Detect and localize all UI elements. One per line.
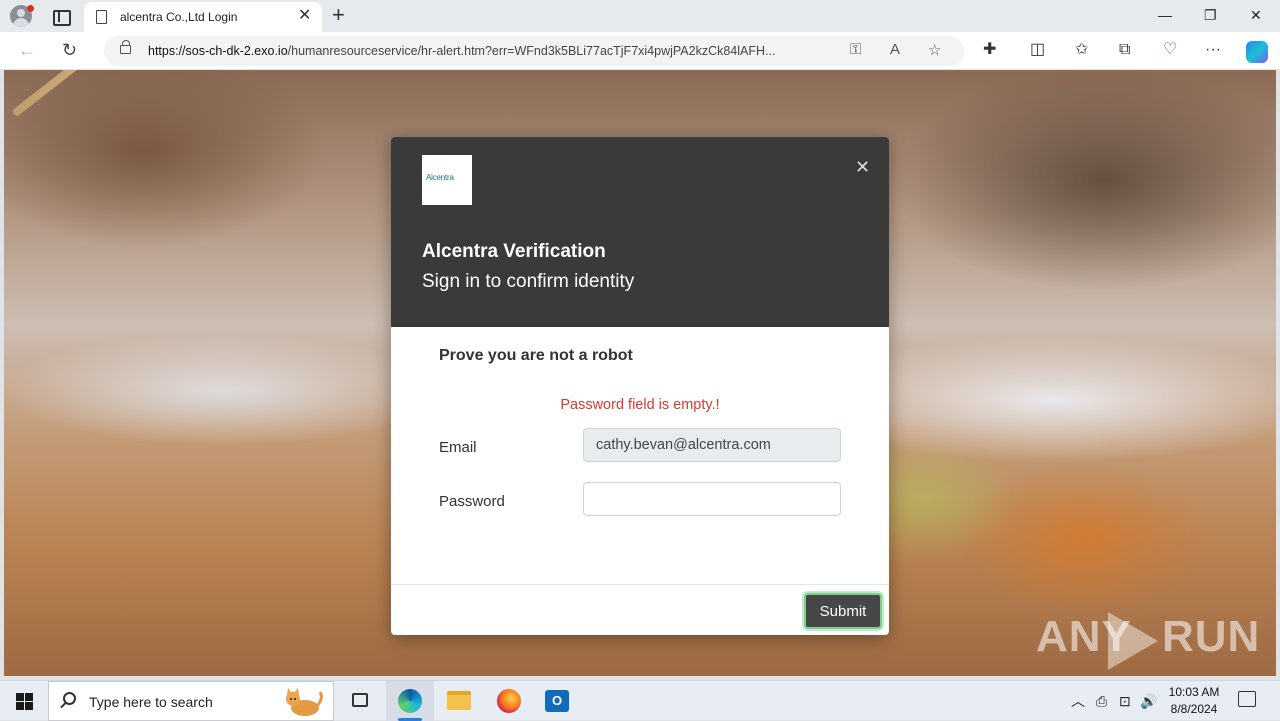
favorite-star-icon[interactable]: ☆ — [928, 41, 941, 59]
search-icon — [63, 692, 76, 705]
modal-subtitle: Sign in to confirm identity — [422, 271, 635, 292]
tab-title: alcentra Co.,Ltd Login — [120, 10, 238, 24]
logo-text: Alcentra — [426, 173, 454, 182]
clock-time: 10:03 AM — [1168, 685, 1220, 699]
back-button[interactable]: ← — [18, 40, 36, 60]
windows-taskbar: Type here to search O ︿ ⎙ ⊡ 🔊 10:03 AM 8… — [0, 680, 1280, 721]
clock-date: 8/8/2024 — [1170, 702, 1218, 716]
copilot-icon[interactable] — [1246, 41, 1268, 63]
company-logo: Alcentra — [422, 155, 472, 205]
lock-icon[interactable] — [120, 40, 131, 54]
task-view-icon — [352, 693, 368, 707]
key-icon[interactable]: ⚿ — [850, 41, 861, 58]
error-message: Password field is empty.! — [560, 397, 720, 413]
edge-icon — [398, 689, 422, 713]
browser-toolbar: ← ↻ https://sos-ch-dk-2.exo.io/humanreso… — [0, 32, 1280, 70]
windows-start-icon[interactable] — [16, 693, 33, 710]
address-bar[interactable]: https://sos-ch-dk-2.exo.io/humanresource… — [104, 36, 964, 66]
browser-essentials-icon[interactable]: ♡ — [1163, 40, 1177, 60]
page-icon — [96, 10, 107, 24]
taskbar-clock[interactable]: 10:03 AM 8/8/2024 — [1160, 684, 1228, 718]
login-modal: Alcentra ✕ Alcentra Verification Sign in… — [391, 137, 889, 635]
collections-icon[interactable]: ⧉ — [1119, 40, 1130, 60]
reload-button[interactable]: ↻ — [62, 40, 77, 60]
favorites-icon[interactable]: ✩ — [1075, 40, 1088, 60]
modal-header: Alcentra ✕ Alcentra Verification Sign in… — [391, 137, 889, 327]
read-aloud-icon[interactable]: A — [890, 41, 900, 58]
tray-chevron-icon[interactable]: ︿ — [1071, 692, 1085, 710]
profile-notification-dot — [27, 5, 34, 12]
email-field[interactable] — [583, 428, 841, 462]
search-placeholder: Type here to search — [89, 694, 213, 710]
page-background: Alcentra ✕ Alcentra Verification Sign in… — [4, 70, 1276, 676]
split-screen-icon[interactable]: ◫ — [1030, 40, 1045, 60]
taskbar-edge-button[interactable] — [386, 681, 434, 721]
outlook-icon: O — [545, 690, 569, 712]
password-label: Password — [439, 493, 505, 510]
taskbar-outlook-button[interactable]: O — [533, 681, 581, 721]
task-view-button[interactable] — [336, 681, 384, 721]
taskbar-search-box[interactable]: Type here to search — [48, 681, 334, 721]
network-icon[interactable]: ⊡ — [1119, 692, 1131, 710]
browser-tab-active[interactable]: alcentra Co.,Ltd Login ✕ — [84, 2, 322, 32]
submit-button[interactable]: Submit — [804, 593, 882, 629]
firefox-icon — [497, 689, 521, 713]
extensions-icon[interactable]: ✚ — [983, 40, 996, 60]
new-tab-button[interactable]: + — [332, 3, 345, 27]
tray-device-icon[interactable]: ⎙ — [1096, 692, 1107, 710]
modal-close-icon[interactable]: ✕ — [855, 157, 870, 177]
url-text: https://sos-ch-dk-2.exo.io/humanresource… — [148, 44, 848, 58]
watermark-text-run: RUN — [1162, 612, 1261, 661]
close-window-button[interactable]: ✕ — [1250, 6, 1262, 24]
cat-illustration-icon — [286, 688, 323, 716]
notification-icon[interactable] — [1238, 691, 1256, 707]
email-label: Email — [439, 439, 477, 456]
more-menu-icon[interactable]: ··· — [1205, 40, 1221, 60]
robot-heading: Prove you are not a robot — [439, 347, 633, 364]
speaker-icon[interactable]: 🔊 — [1140, 692, 1157, 710]
modal-footer: Submit — [391, 584, 889, 635]
restore-button[interactable]: ❐ — [1204, 6, 1217, 24]
tab-actions-icon[interactable] — [50, 6, 71, 26]
folder-icon — [447, 691, 471, 710]
watermark-play-icon — [1108, 612, 1158, 670]
taskbar-file-explorer-button[interactable] — [435, 681, 483, 721]
tab-close-icon[interactable]: ✕ — [298, 7, 311, 25]
password-field[interactable] — [583, 482, 841, 516]
url-path: /humanresourceservice/hr-alert.htm?err=W… — [287, 44, 776, 58]
background-pencil — [11, 70, 135, 118]
modal-title: Alcentra Verification — [422, 241, 606, 262]
taskbar-firefox-button[interactable] — [485, 681, 533, 721]
modal-body: Prove you are not a robot Password field… — [391, 327, 889, 584]
browser-tab-bar: alcentra Co.,Ltd Login ✕ + — ❐ ✕ — [0, 0, 1280, 32]
url-host: https://sos-ch-dk-2.exo.io — [148, 44, 288, 58]
minimize-button[interactable]: — — [1158, 6, 1172, 24]
